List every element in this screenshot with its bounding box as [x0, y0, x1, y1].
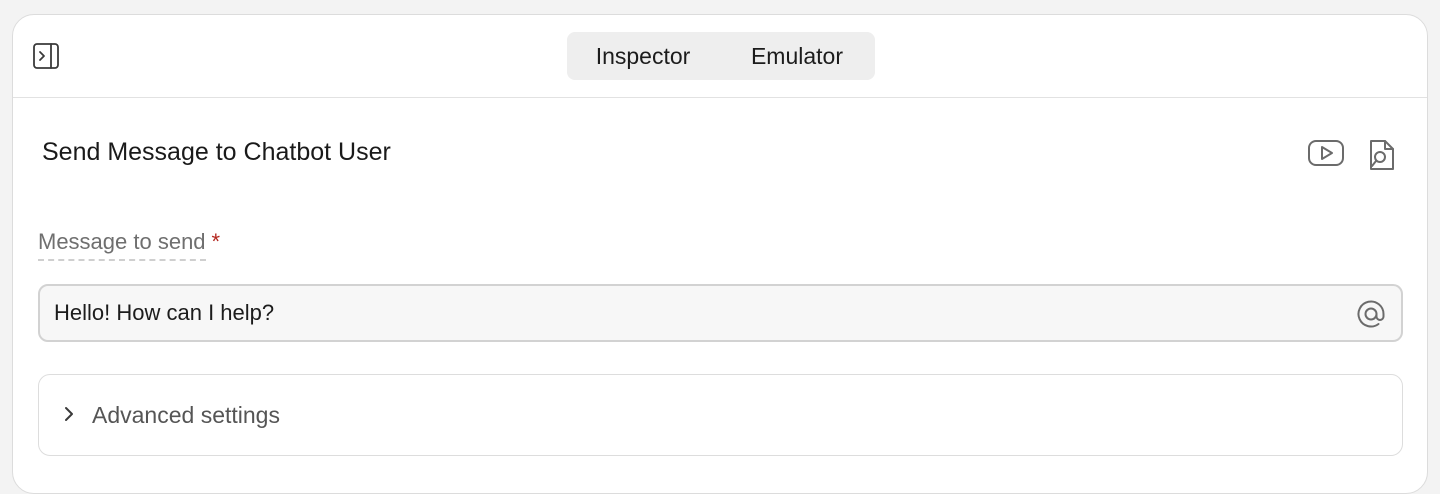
- view-switcher: Inspector Emulator: [567, 32, 875, 80]
- message-field-label: Message to send *: [38, 229, 221, 261]
- node-inspector-panel: Inspector Emulator Send Message to Chatb…: [12, 14, 1428, 494]
- message-input[interactable]: Hello! How can I help?: [38, 284, 1403, 342]
- message-input-value[interactable]: Hello! How can I help?: [54, 300, 274, 326]
- tab-inspector[interactable]: Inspector: [567, 32, 719, 80]
- sidebar-expand-icon[interactable]: [32, 42, 60, 70]
- at-sign-icon[interactable]: [1355, 298, 1387, 330]
- panel-topbar: Inspector Emulator: [13, 15, 1427, 98]
- tab-emulator[interactable]: Emulator: [719, 32, 875, 80]
- advanced-settings-label: Advanced settings: [92, 402, 280, 428]
- advanced-settings-accordion[interactable]: Advanced settings: [38, 374, 1403, 456]
- chevron-right-icon: [59, 404, 79, 424]
- youtube-play-icon[interactable]: [1307, 137, 1345, 169]
- required-asterisk: *: [211, 229, 221, 254]
- field-label-text: Message to send: [38, 229, 206, 261]
- document-search-icon[interactable]: [1365, 137, 1399, 173]
- step-title: Send Message to Chatbot User: [42, 138, 391, 166]
